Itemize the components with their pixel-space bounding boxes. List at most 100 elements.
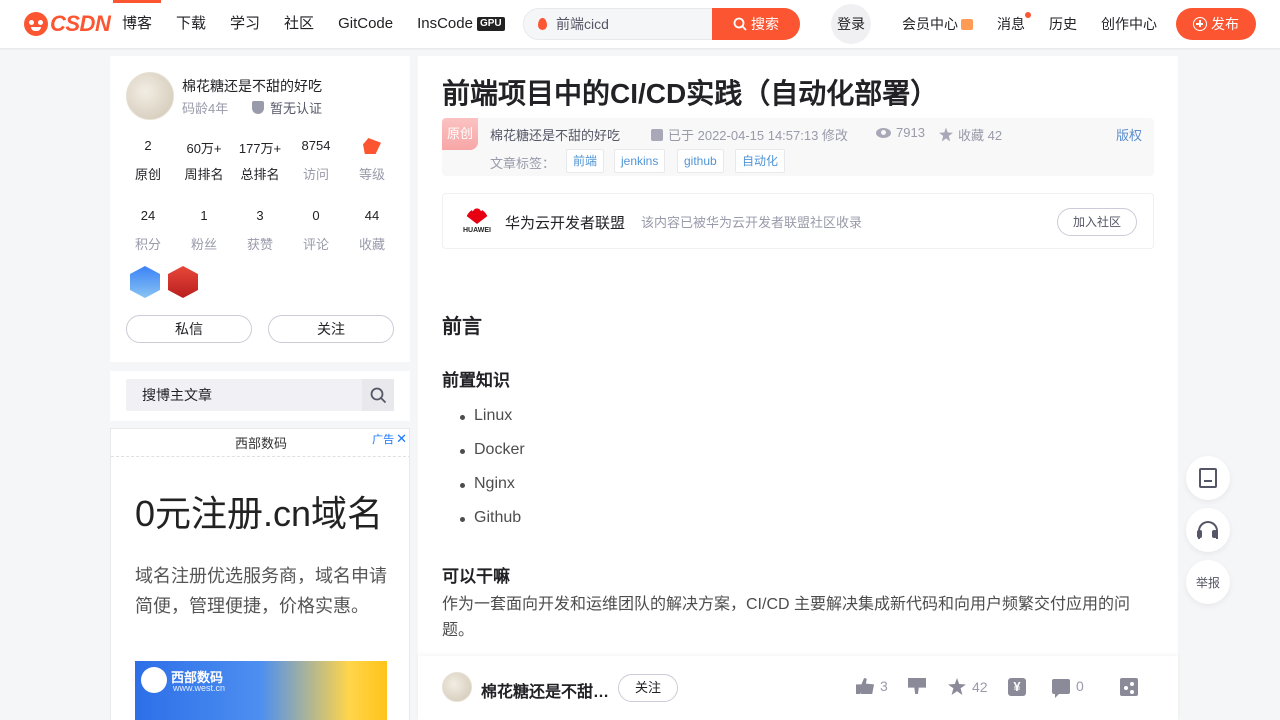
- calendar-icon: [651, 128, 663, 141]
- ad-tag-label: 广告: [372, 434, 395, 446]
- share-button[interactable]: [1120, 678, 1138, 696]
- stat-value: 60万+: [186, 141, 222, 156]
- comment-icon: [1052, 678, 1070, 698]
- close-icon[interactable]: ✕: [396, 431, 407, 447]
- nav-item-community[interactable]: 社区: [272, 0, 326, 48]
- member-center-link[interactable]: 会员中心: [890, 0, 985, 48]
- tags-label: 文章标签：: [490, 156, 556, 171]
- nav-item-blog[interactable]: 博客: [110, 0, 164, 48]
- stat-label: 原创: [134, 167, 161, 182]
- author-profile-card: 棉花糖还是不甜的好吃 码龄4年 暂无认证 2 原创 60万+ 周排名 177万+ 总排…: [110, 56, 410, 362]
- follow-button[interactable]: 关注: [268, 315, 394, 343]
- nav-item-gitcode[interactable]: GitCode: [326, 0, 405, 48]
- ad-brand: 西部数码: [234, 436, 287, 451]
- stat-value: 1: [200, 208, 208, 223]
- private-message-button[interactable]: 私信: [126, 315, 252, 343]
- stat-label: 收藏: [358, 237, 385, 252]
- article-title: 前端项目中的CI/CD实践（自动化部署）: [442, 78, 939, 109]
- article-main: 前端项目中的CI/CD实践（自动化部署） 原创 棉花糖还是不甜的好吃 已于 20…: [418, 56, 1178, 656]
- stats-row-2: 24 积分 1 粉丝 3 获赞 0 评论 44 收藏: [110, 208, 410, 253]
- stat-value: 44: [364, 208, 380, 223]
- dislike-button[interactable]: [908, 678, 926, 694]
- stat-value: 24: [140, 208, 156, 223]
- history-link[interactable]: 历史: [1037, 0, 1089, 48]
- article-tag[interactable]: 前端: [566, 149, 605, 173]
- gpu-badge: GPU: [476, 17, 505, 31]
- meta-favorites[interactable]: 收藏 42: [939, 125, 1002, 144]
- comment-count: 0: [1076, 678, 1084, 694]
- creator-center-link[interactable]: 创作中心: [1089, 0, 1169, 48]
- report-button[interactable]: 举报: [1186, 560, 1230, 604]
- level-icon: [363, 138, 381, 154]
- article-tag[interactable]: github: [677, 149, 724, 173]
- toolbar-author-avatar[interactable]: [442, 672, 472, 702]
- stat-label: 评论: [302, 237, 329, 252]
- edit-icon: [1199, 468, 1217, 488]
- meta-time: 已于 2022-04-15 14:57:13 修改: [651, 125, 848, 144]
- thumbs-up-icon: [856, 678, 874, 694]
- write-article-button[interactable]: [1186, 456, 1230, 500]
- list-item: Github: [459, 509, 522, 526]
- certification-label: 暂无认证: [270, 101, 323, 116]
- stat-label: 粉丝: [190, 237, 217, 252]
- toolbar-author-name[interactable]: 棉花糖还是不甜的好吃: [481, 678, 613, 702]
- blue-medal-icon[interactable]: [130, 266, 160, 298]
- messages-link[interactable]: 消息: [985, 0, 1037, 48]
- list-item: Linux: [459, 407, 513, 424]
- nav-item-inscode-label: InsCode: [417, 15, 473, 32]
- stat-label: 总排名: [240, 167, 280, 182]
- favorite-count: 42: [972, 678, 988, 695]
- copyright-link[interactable]: 版权: [1116, 125, 1142, 144]
- stat-comments: 0 评论: [288, 208, 344, 253]
- favorite-button[interactable]: 42: [948, 678, 988, 695]
- global-search-input[interactable]: [556, 9, 706, 39]
- meta-author[interactable]: 棉花糖还是不甜的好吃: [490, 125, 620, 144]
- blog-search-input[interactable]: [142, 379, 352, 411]
- community-name[interactable]: 华为云开发者联盟: [505, 212, 625, 233]
- toolbar-follow-button[interactable]: 关注: [618, 674, 678, 702]
- star-icon: [939, 127, 953, 142]
- heading-preface: 前言: [442, 316, 482, 338]
- meta-time-text: 已于 2022-04-15 14:57:13 修改: [668, 128, 848, 143]
- stat-value: 177万+: [238, 141, 282, 156]
- ad-banner-image: 西部数码 www.west.cn: [135, 661, 387, 720]
- article-tag[interactable]: jenkins: [614, 149, 666, 173]
- reward-button[interactable]: ¥: [1008, 678, 1026, 696]
- main-nav: 博客 下载 学习 社区 GitCode InsCode GPU: [110, 0, 517, 48]
- red-pen-medal-icon[interactable]: [168, 266, 198, 298]
- nav-item-learn[interactable]: 学习: [218, 0, 272, 48]
- huawei-logo: HUAWEI: [461, 206, 493, 238]
- gift-icon: [961, 19, 973, 30]
- stat-label: 等级: [358, 167, 385, 182]
- article-tag[interactable]: 自动化: [735, 149, 786, 173]
- stat-likes: 3 获赞: [232, 208, 288, 253]
- stats-row-1: 2 原创 60万+ 周排名 177万+ 总排名 8754 访问 等级: [110, 138, 410, 183]
- stat-level[interactable]: 等级: [344, 138, 400, 183]
- like-button[interactable]: 3: [856, 678, 888, 694]
- blog-search-button[interactable]: [362, 379, 394, 411]
- stat-value: 3: [256, 208, 264, 223]
- ad-card[interactable]: 西部数码 广告 ✕ 0元注册.cn域名 域名注册优选服务商，域名申请简便，管理便捷…: [110, 428, 410, 720]
- top-navbar: CSDN 博客 下载 学习 社区 GitCode InsCodeGPU 搜索 登…: [0, 0, 1280, 48]
- csdn-logo[interactable]: CSDN: [24, 11, 111, 37]
- nav-item-inscode[interactable]: InsCode GPU: [405, 0, 517, 48]
- certification-status: 暂无认证: [252, 98, 322, 117]
- share-icon: [1120, 678, 1138, 696]
- stat-fans[interactable]: 1 粉丝: [176, 208, 232, 253]
- ad-tag[interactable]: 广告 ✕: [372, 431, 407, 447]
- comment-button[interactable]: 0: [1052, 678, 1084, 698]
- stat-original[interactable]: 2 原创: [120, 138, 176, 183]
- hot-flame-icon: [538, 18, 547, 30]
- login-button[interactable]: 登录: [831, 4, 871, 44]
- stat-label: 积分: [134, 237, 161, 252]
- join-community-button[interactable]: 加入社区: [1057, 208, 1137, 236]
- author-name[interactable]: 棉花糖还是不甜的好吃: [182, 76, 322, 96]
- global-search: 搜索: [523, 8, 800, 40]
- search-button[interactable]: 搜索: [712, 8, 800, 40]
- author-avatar[interactable]: [126, 72, 174, 120]
- west-logo-icon: [141, 667, 167, 693]
- nav-item-download[interactable]: 下载: [164, 0, 218, 48]
- publish-button[interactable]: 发布: [1176, 8, 1256, 40]
- yen-icon: ¥: [1008, 678, 1026, 696]
- customer-service-button[interactable]: [1186, 508, 1230, 552]
